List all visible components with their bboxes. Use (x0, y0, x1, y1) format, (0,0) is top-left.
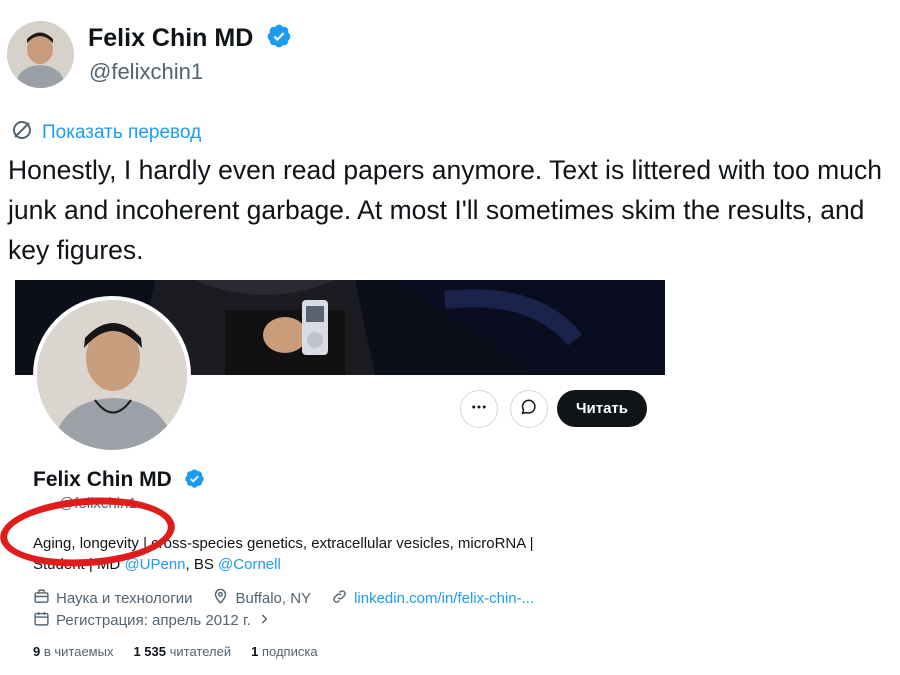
link-icon (331, 588, 348, 609)
profile-name: Felix Chin MD (33, 468, 205, 495)
profile-joined: Регистрация: апрель 2012 г. (33, 610, 271, 631)
profile-name-text: Felix Chin MD (33, 468, 172, 491)
show-translation-link[interactable]: Показать перевод (10, 118, 201, 148)
followers-count: 1 535 (133, 644, 167, 659)
subscriptions-label: подписка (261, 644, 318, 659)
bio-text-middle: , BS (185, 556, 219, 573)
author-name[interactable]: Felix Chin MD (88, 23, 292, 56)
following-count: 9 (33, 644, 41, 659)
author-avatar[interactable] (7, 21, 74, 88)
calendar-icon (33, 610, 50, 631)
bio-link-upenn[interactable]: @UPenn (124, 556, 185, 573)
translate-icon (10, 118, 34, 148)
more-icon (470, 398, 488, 421)
subscriptions-stat[interactable]: 1 подписка (251, 644, 317, 659)
more-options-button[interactable] (460, 390, 498, 428)
verified-badge-icon (184, 468, 205, 495)
joined-date: Регистрация: апрель 2012 г. (56, 612, 251, 629)
message-icon (520, 398, 538, 421)
follow-button[interactable]: Читать (557, 390, 647, 427)
subscriptions-count: 1 (251, 644, 259, 659)
followers-label: читателей (169, 644, 232, 659)
message-button[interactable] (510, 390, 548, 428)
following-label: в читаемых (43, 644, 114, 659)
chevron-right-icon[interactable] (257, 612, 271, 630)
profile-avatar[interactable] (33, 296, 191, 454)
profile-stats: 9 в читаемых 1 535 читателей 1 подписка (33, 644, 318, 659)
tweet-text: Honestly, I hardly even read papers anym… (8, 155, 882, 265)
verified-badge-icon (266, 23, 292, 56)
translate-label[interactable]: Показать перевод (42, 122, 201, 144)
profile-meta: Наука и технологии Buffalo, NY linkedin.… (33, 588, 534, 609)
profile-card: Читать Felix Chin MD @felixchin1 Aging, … (15, 280, 665, 675)
bio-link-cornell[interactable]: @Cornell (218, 556, 281, 573)
briefcase-icon (33, 588, 50, 609)
author-name-text[interactable]: Felix Chin MD (88, 24, 253, 52)
profile-category: Наука и технологии (56, 590, 193, 607)
following-stat[interactable]: 9 в читаемых (33, 644, 113, 659)
location-pin-icon (212, 588, 229, 609)
profile-location: Buffalo, NY (235, 590, 312, 607)
author-handle[interactable]: @felixchin1 (89, 59, 203, 85)
profile-website[interactable]: linkedin.com/in/felix-chin-... (354, 590, 534, 607)
followers-stat[interactable]: 1 535 читателей (133, 644, 231, 659)
